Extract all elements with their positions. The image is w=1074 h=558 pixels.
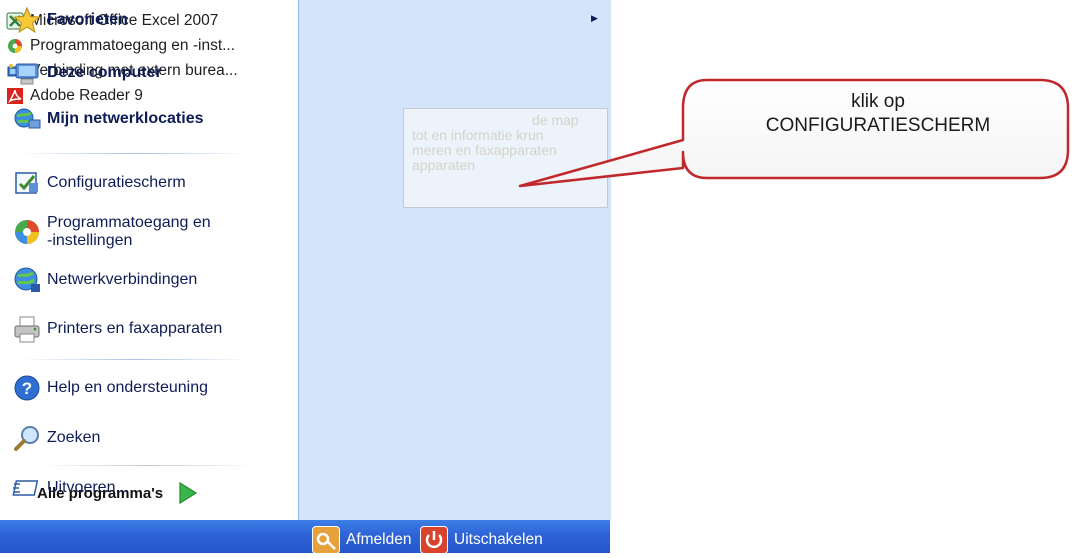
callout-line: CONFIGURATIESCHERM	[765, 115, 991, 136]
callout-line: klik op	[851, 91, 905, 112]
callout-text: klik op CONFIGURATIESCHERM	[700, 90, 1056, 138]
callout-balloon	[518, 78, 1070, 188]
